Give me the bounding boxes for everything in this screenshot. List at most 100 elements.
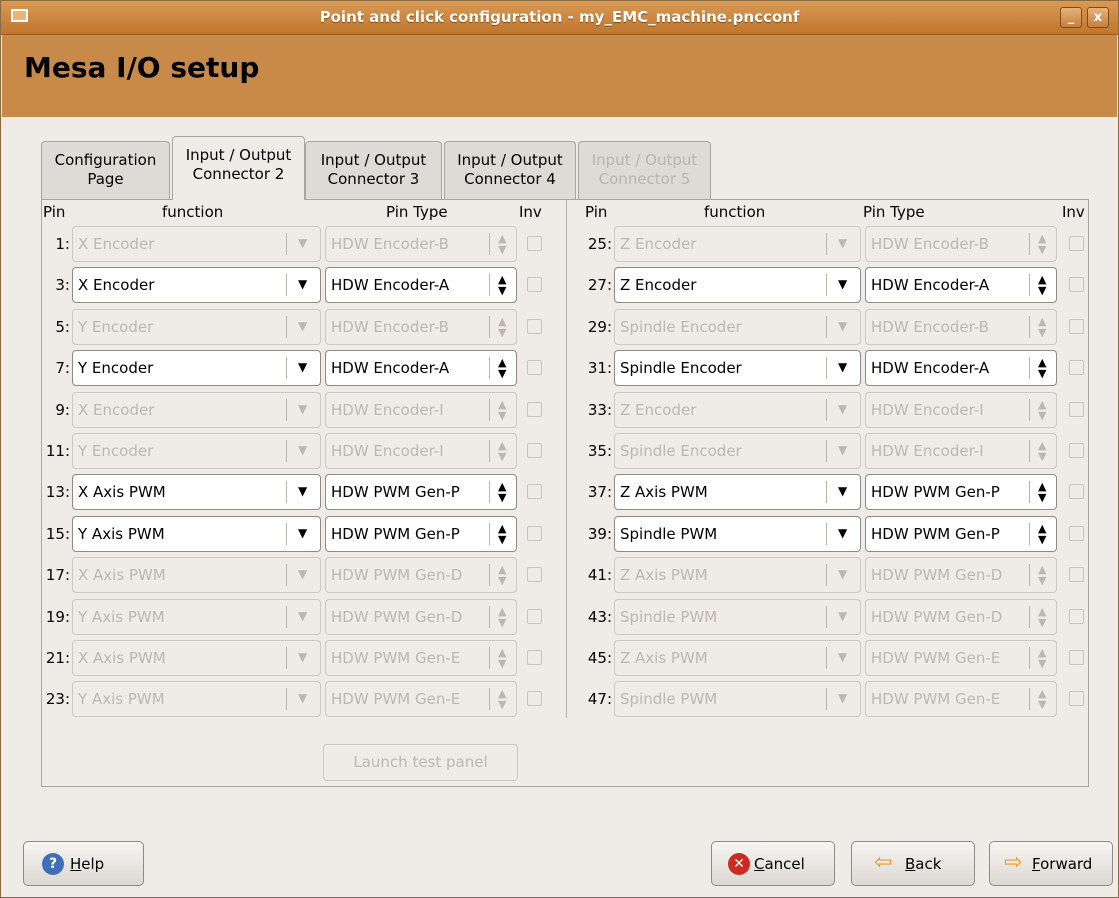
spin-separator xyxy=(1029,564,1030,587)
col-header-function-right: function xyxy=(704,203,766,221)
pin-row: 41: Z Axis PWM ▼ HDW PWM Gen-D ▲ ▼ xyxy=(0,557,1119,594)
function-combo: Z Axis PWM ▼ xyxy=(614,640,861,676)
combo-separator xyxy=(826,315,827,338)
pin-type-value: HDW PWM Gen-P xyxy=(871,524,1000,543)
invert-checkbox xyxy=(1069,567,1084,583)
pin-type-selector[interactable]: HDW PWM Gen-P ▲ ▼ xyxy=(865,515,1057,552)
cancel-button[interactable]: ✕ Cancel xyxy=(711,841,835,886)
forward-button[interactable]: ⇨ Forward xyxy=(989,841,1113,886)
function-value: Spindle PWM xyxy=(620,690,718,709)
function-combo[interactable]: Z Axis PWM ▼ xyxy=(614,474,861,511)
combo-separator xyxy=(826,522,827,545)
launch-test-panel-button[interactable]: Launch test panel xyxy=(323,744,518,781)
pin-type-selector: HDW Encoder-B ▲ ▼ xyxy=(865,308,1057,345)
invert-checkbox xyxy=(1069,525,1084,541)
tab-0[interactable]: Configuration Page xyxy=(41,141,170,199)
spin-separator xyxy=(1029,274,1030,297)
function-value: Z Axis PWM xyxy=(620,483,708,502)
pin-row: 35: Spindle Encoder ▼ HDW Encoder-I ▲ ▼ xyxy=(0,433,1119,469)
dropdown-arrow-icon: ▼ xyxy=(838,236,848,250)
pin-type-value: HDW Encoder-I xyxy=(871,442,984,460)
dropdown-arrow-icon: ▼ xyxy=(838,443,848,457)
help-label: Help xyxy=(70,855,105,873)
function-value: Spindle PWM xyxy=(620,607,718,626)
pin-number: 33: xyxy=(587,400,612,419)
tab-label-line2: Connector 2 xyxy=(192,165,285,183)
pin-type-value: HDW Encoder-B xyxy=(871,235,989,253)
spin-separator xyxy=(1029,398,1030,421)
function-combo: Spindle Encoder ▼ xyxy=(614,433,861,469)
pin-type-selector[interactable]: HDW PWM Gen-P ▲ ▼ xyxy=(865,474,1057,511)
pin-type-selector[interactable]: HDW Encoder-A ▲ ▼ xyxy=(865,267,1057,304)
tab-label-line1: Input / Output xyxy=(320,151,427,169)
col-header-inv: Inv xyxy=(519,203,542,221)
up-down-arrows-icon: ▲ ▼ xyxy=(1038,604,1047,629)
up-down-arrows-icon: ▲ ▼ xyxy=(1038,480,1047,505)
function-combo[interactable]: Spindle Encoder ▼ xyxy=(614,350,861,387)
pin-type-value: HDW Encoder-A xyxy=(871,276,990,295)
up-down-arrows-icon: ▲ ▼ xyxy=(1038,356,1047,381)
pin-type-selector: HDW PWM Gen-D ▲ ▼ xyxy=(865,557,1057,594)
dropdown-arrow-icon: ▼ xyxy=(838,360,848,375)
tab-2[interactable]: Input / Output Connector 3 xyxy=(305,141,442,199)
pin-number: 39: xyxy=(587,524,612,543)
close-button[interactable]: x xyxy=(1087,7,1109,28)
cancel-label: Cancel xyxy=(754,855,805,873)
function-value: Spindle PWM xyxy=(620,524,718,543)
function-value: Spindle Encoder xyxy=(620,442,742,460)
back-button[interactable]: ⇦ Back xyxy=(851,841,975,886)
spin-separator xyxy=(1029,481,1030,504)
tab-label-line2: Connector 3 xyxy=(327,170,420,188)
combo-separator xyxy=(826,688,827,711)
pin-type-value: HDW PWM Gen-D xyxy=(871,566,1003,585)
help-icon: ? xyxy=(42,853,64,875)
tab-1[interactable]: Input / Output Connector 2 xyxy=(172,136,305,200)
combo-separator xyxy=(826,357,827,380)
function-combo[interactable]: Spindle PWM ▼ xyxy=(614,515,861,552)
combo-separator xyxy=(826,440,827,462)
dropdown-arrow-icon: ▼ xyxy=(838,691,848,706)
pin-type-value: HDW PWM Gen-P xyxy=(871,483,1000,502)
up-down-arrows-icon: ▲ ▼ xyxy=(1038,273,1047,298)
spin-separator xyxy=(1029,357,1030,380)
title-bar[interactable]: Point and click configuration - my_EMC_m… xyxy=(1,1,1118,35)
col-header-pin: Pin xyxy=(43,203,66,221)
tab-label-line1: Configuration xyxy=(54,151,157,169)
combo-separator xyxy=(826,647,827,669)
up-down-arrows-icon: ▲ ▼ xyxy=(1038,232,1047,256)
pin-type-selector[interactable]: HDW Encoder-A ▲ ▼ xyxy=(865,350,1057,387)
pin-number: 35: xyxy=(587,442,612,460)
function-combo: Z Encoder ▼ xyxy=(614,226,861,262)
spin-separator xyxy=(1029,233,1030,255)
function-combo: Z Axis PWM ▼ xyxy=(614,557,861,594)
minimize-button[interactable]: _ xyxy=(1060,7,1082,28)
back-label: Back xyxy=(905,855,942,873)
tab-3[interactable]: Input / Output Connector 4 xyxy=(444,141,576,199)
function-combo: Z Encoder ▼ xyxy=(614,391,861,428)
dropdown-arrow-icon: ▼ xyxy=(838,608,848,623)
help-button[interactable]: ? Help xyxy=(23,841,144,886)
function-combo[interactable]: Z Encoder ▼ xyxy=(614,267,861,304)
pin-row: 47: Spindle PWM ▼ HDW PWM Gen-E ▲ ▼ xyxy=(0,681,1119,718)
pin-type-value: HDW PWM Gen-D xyxy=(871,607,1003,626)
pin-row: 27: Z Encoder ▼ HDW Encoder-A ▲ ▼ xyxy=(0,267,1119,304)
pin-number: 41: xyxy=(587,566,612,585)
function-combo: Spindle PWM ▼ xyxy=(614,681,861,718)
invert-checkbox xyxy=(1069,484,1084,500)
col-header-function: function xyxy=(162,203,224,221)
pin-row: 31: Spindle Encoder ▼ HDW Encoder-A ▲ ▼ xyxy=(0,350,1119,387)
up-down-arrows-icon: ▲ ▼ xyxy=(1038,687,1047,712)
tab-label-line2: Page xyxy=(87,170,124,188)
pin-type-selector: HDW Encoder-B ▲ ▼ xyxy=(865,226,1057,262)
tab-4: Input / Output Connector 5 xyxy=(578,141,711,199)
invert-checkbox xyxy=(1069,608,1084,624)
function-value: Z Encoder xyxy=(620,400,697,419)
combo-separator xyxy=(826,398,827,421)
window-title: Point and click configuration - my_EMC_m… xyxy=(319,8,800,26)
pin-number: 31: xyxy=(587,359,612,378)
pin-row: 37: Z Axis PWM ▼ HDW PWM Gen-P ▲ ▼ xyxy=(0,474,1119,511)
pin-number: 25: xyxy=(587,235,612,253)
pin-number: 27: xyxy=(587,276,612,295)
tab-label-line2: Connector 4 xyxy=(464,170,556,188)
invert-checkbox xyxy=(1069,318,1084,334)
